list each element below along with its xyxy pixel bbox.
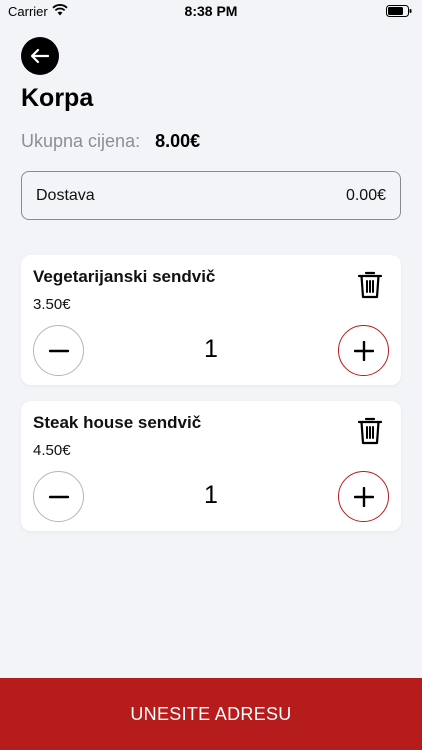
plus-icon <box>353 486 374 507</box>
delivery-row: Dostava 0.00€ <box>21 171 401 220</box>
total-value: 8.00€ <box>155 131 201 151</box>
item-price: 4.50€ <box>33 442 71 459</box>
delete-item-button[interactable] <box>357 270 383 300</box>
trash-icon <box>357 271 383 299</box>
enter-address-button[interactable]: UNESITE ADRESU <box>0 678 422 750</box>
delivery-label: Dostava <box>36 186 95 204</box>
page-title: Korpa <box>21 84 94 112</box>
cart-total: Ukupna cijena: 8.00€ <box>21 131 200 155</box>
cart-item: Vegetarijanski sendvič 3.50€ 1 <box>21 255 401 385</box>
status-bar: Carrier 8:38 PM <box>0 0 422 22</box>
item-name: Steak house sendvič <box>33 413 202 432</box>
back-button[interactable] <box>21 37 59 75</box>
delivery-value: 0.00€ <box>345 186 386 204</box>
cart-item: Steak house sendvič 4.50€ 1 <box>21 401 401 531</box>
plus-icon <box>353 340 374 361</box>
increase-quantity-button[interactable] <box>338 471 389 522</box>
clock: 8:38 PM <box>184 3 238 19</box>
delete-item-button[interactable] <box>357 416 383 446</box>
cart-screen: Carrier 8:38 PM Korpa Ukupna cijena: 8.0… <box>0 0 422 750</box>
trash-icon <box>357 417 383 445</box>
total-label: Ukupna cijena: <box>21 131 141 151</box>
item-name: Vegetarijanski sendvič <box>33 267 216 286</box>
item-price: 3.50€ <box>33 296 71 313</box>
battery-icon <box>386 5 412 17</box>
arrow-left-icon <box>30 48 50 64</box>
increase-quantity-button[interactable] <box>338 325 389 376</box>
